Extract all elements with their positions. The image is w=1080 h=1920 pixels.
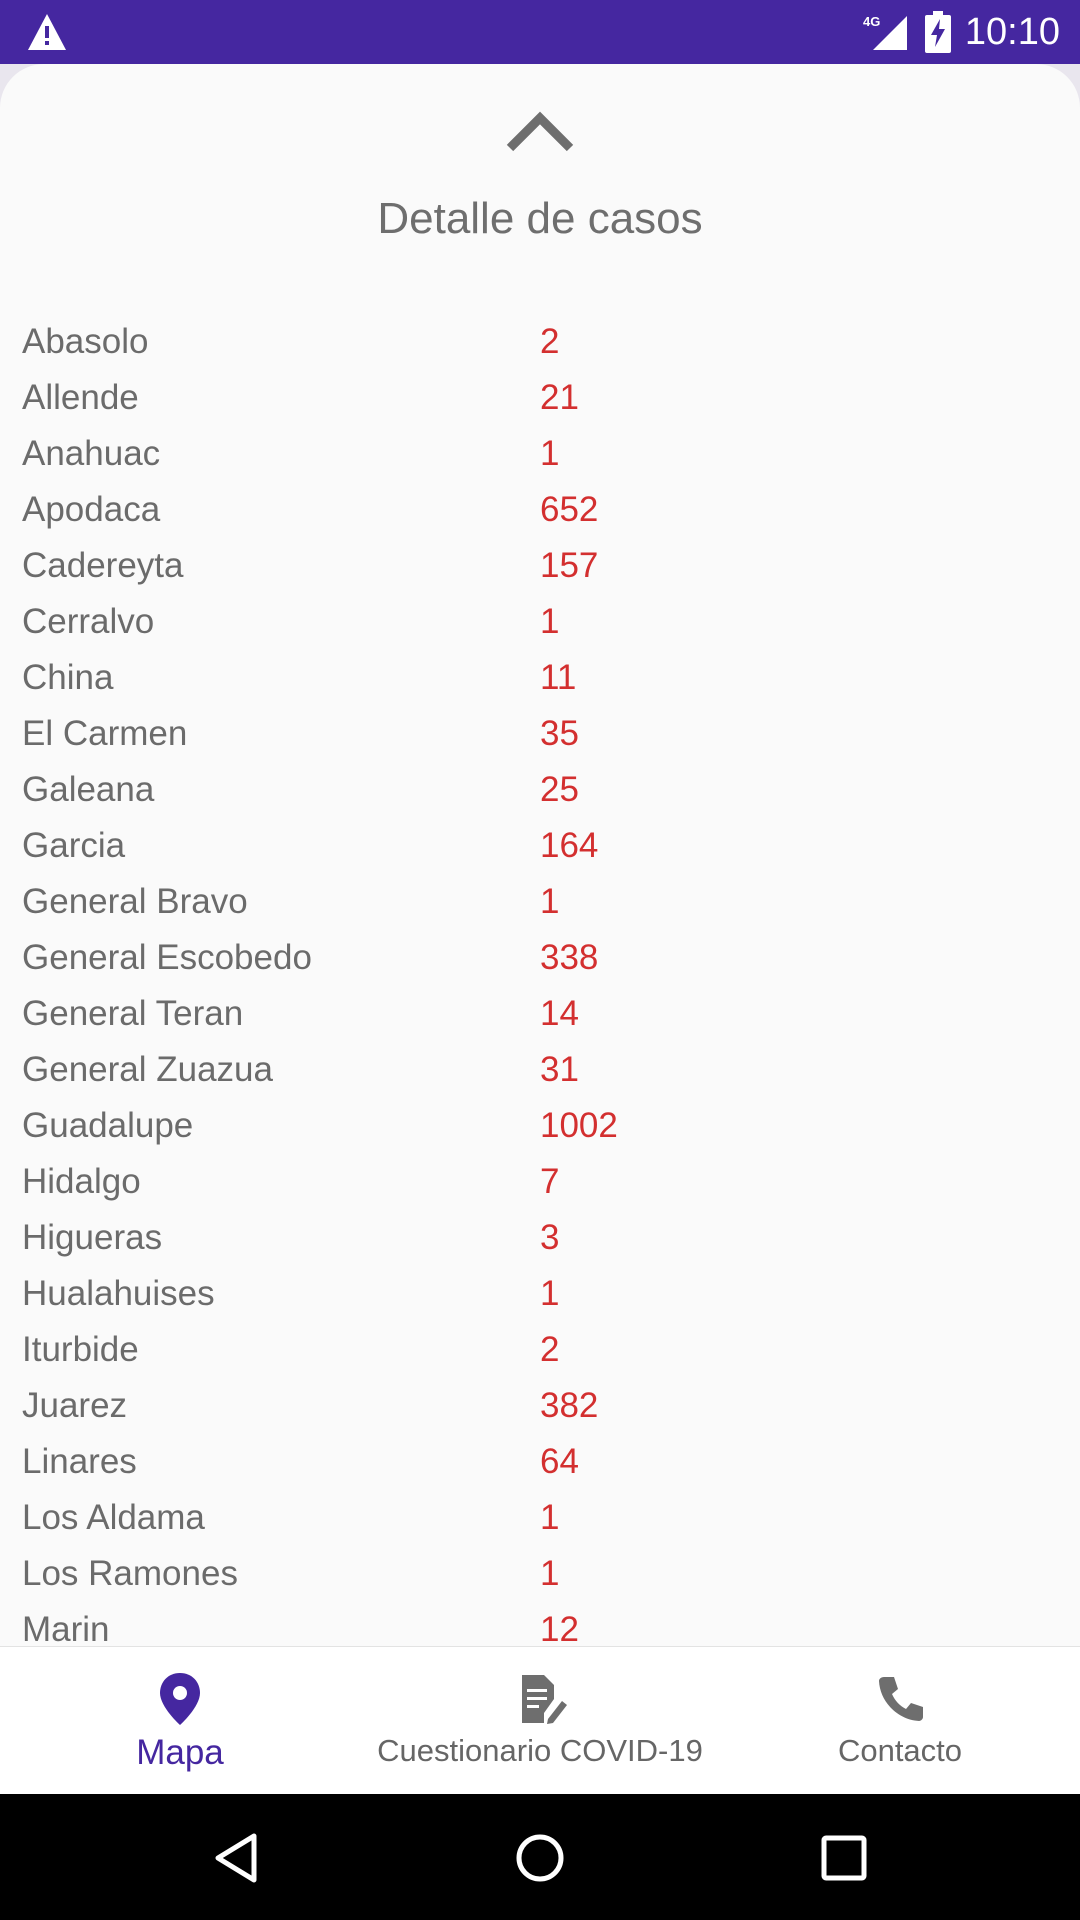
case-count: 1 bbox=[540, 1498, 560, 1537]
case-row: Cerralvo 1 bbox=[0, 594, 1080, 650]
case-count: 25 bbox=[540, 770, 579, 809]
case-row: Iturbide 2 bbox=[0, 1322, 1080, 1378]
municipality-name: Juarez bbox=[22, 1386, 128, 1425]
case-row: Marin 12 bbox=[0, 1602, 1080, 1646]
case-row: Cadereyta 157 bbox=[0, 538, 1080, 594]
home-icon[interactable] bbox=[510, 1828, 570, 1888]
case-count: 3 bbox=[540, 1218, 560, 1257]
case-row: Juarez 382 bbox=[0, 1378, 1080, 1434]
municipality-name: General Bravo bbox=[22, 882, 248, 921]
case-count: 1 bbox=[540, 1274, 560, 1313]
case-row: Garcia 164 bbox=[0, 818, 1080, 874]
status-bar: 4G 10:10 bbox=[0, 0, 1080, 64]
municipality-name: Hualahuises bbox=[22, 1274, 215, 1313]
case-row: El Carmen 35 bbox=[0, 706, 1080, 762]
municipality-name: Guadalupe bbox=[22, 1106, 194, 1145]
clock: 10:10 bbox=[964, 10, 1060, 53]
chevron-up-icon[interactable] bbox=[504, 104, 576, 156]
nav-tab-contacto[interactable]: Contacto bbox=[800, 1647, 1000, 1795]
case-row: Los Ramones 1 bbox=[0, 1546, 1080, 1602]
case-count: 382 bbox=[540, 1386, 599, 1425]
case-count: 157 bbox=[540, 546, 599, 585]
nav-label-cuestionario: Cuestionario COVID-19 bbox=[377, 1733, 703, 1768]
battery-charging-icon bbox=[924, 11, 951, 53]
case-count: 64 bbox=[540, 1442, 579, 1481]
case-count: 652 bbox=[540, 490, 599, 529]
municipality-name: Higueras bbox=[22, 1218, 163, 1257]
case-row: Linares 64 bbox=[0, 1434, 1080, 1490]
municipality-name: Allende bbox=[22, 378, 139, 417]
case-count: 1 bbox=[540, 882, 560, 921]
case-row: Hualahuises 1 bbox=[0, 1266, 1080, 1322]
case-count: 2 bbox=[540, 322, 560, 361]
screen: 4G 10:10 Detalle de casos Abasolo 2 Allend… bbox=[0, 0, 1080, 1920]
case-list: Abasolo 2 Allende 21 Anahuac 1 Apodaca 652 Cader… bbox=[0, 314, 1080, 1646]
recents-icon[interactable] bbox=[814, 1828, 874, 1888]
case-row: Apodaca 652 bbox=[0, 482, 1080, 538]
case-row: General Escobedo 338 bbox=[0, 930, 1080, 986]
municipality-name: Galeana bbox=[22, 770, 155, 809]
system-nav-bar bbox=[0, 1794, 1080, 1920]
status-icons: 4G 10:10 bbox=[863, 0, 1060, 64]
bottom-navigation: Mapa Cuestionario COVID-19 Contacto bbox=[0, 1646, 1080, 1794]
phone-icon bbox=[879, 1677, 923, 1721]
municipality-name: Iturbide bbox=[22, 1330, 139, 1369]
case-count: 1 bbox=[540, 602, 560, 641]
map-pin-icon bbox=[160, 1673, 200, 1725]
municipality-name: China bbox=[22, 658, 114, 697]
case-row: Guadalupe 1002 bbox=[0, 1098, 1080, 1154]
municipality-name: Linares bbox=[22, 1442, 137, 1481]
municipality-name: Cerralvo bbox=[22, 602, 155, 641]
case-count: 338 bbox=[540, 938, 599, 977]
network-type-label: 4G bbox=[863, 14, 880, 29]
case-count: 1 bbox=[540, 434, 560, 473]
case-row: General Bravo 1 bbox=[0, 874, 1080, 930]
municipality-name: Cadereyta bbox=[22, 546, 184, 585]
case-row: China 11 bbox=[0, 650, 1080, 706]
case-count: 1 bbox=[540, 1554, 560, 1593]
case-count: 35 bbox=[540, 714, 579, 753]
case-row: Higueras 3 bbox=[0, 1210, 1080, 1266]
nav-tab-cuestionario[interactable]: Cuestionario COVID-19 bbox=[360, 1647, 720, 1795]
case-count: 7 bbox=[540, 1162, 560, 1201]
case-count: 31 bbox=[540, 1050, 579, 1089]
sheet-title: Detalle de casos bbox=[377, 194, 703, 243]
case-row: General Teran 14 bbox=[0, 986, 1080, 1042]
case-row: General Zuazua 31 bbox=[0, 1042, 1080, 1098]
municipality-name: General Escobedo bbox=[22, 938, 312, 977]
back-icon[interactable] bbox=[206, 1828, 266, 1888]
case-count: 12 bbox=[540, 1610, 579, 1646]
municipality-name: Los Ramones bbox=[22, 1554, 238, 1593]
case-count: 1002 bbox=[540, 1106, 618, 1145]
warning-icon bbox=[28, 14, 66, 50]
municipality-name: Marin bbox=[22, 1610, 110, 1646]
nav-tab-mapa[interactable]: Mapa bbox=[100, 1647, 260, 1795]
municipality-name: Garcia bbox=[22, 826, 126, 865]
case-count: 14 bbox=[540, 994, 579, 1033]
case-row: Galeana 25 bbox=[0, 762, 1080, 818]
case-row: Allende 21 bbox=[0, 370, 1080, 426]
case-count: 164 bbox=[540, 826, 599, 865]
municipality-name: Apodaca bbox=[22, 490, 161, 529]
case-count: 21 bbox=[540, 378, 579, 417]
municipality-name: Hidalgo bbox=[22, 1162, 141, 1201]
signal-icon: 4G bbox=[863, 14, 907, 50]
municipality-name: General Teran bbox=[22, 994, 244, 1033]
case-row: Los Aldama 1 bbox=[0, 1490, 1080, 1546]
case-count: 2 bbox=[540, 1330, 560, 1369]
case-row: Hidalgo 7 bbox=[0, 1154, 1080, 1210]
case-row: Anahuac 1 bbox=[0, 426, 1080, 482]
municipality-name: General Zuazua bbox=[22, 1050, 273, 1089]
case-row: Abasolo 2 bbox=[0, 314, 1080, 370]
nav-label-mapa: Mapa bbox=[136, 1733, 224, 1772]
form-edit-icon bbox=[522, 1675, 567, 1724]
nav-label-contacto: Contacto bbox=[837, 1733, 963, 1768]
municipality-name: Abasolo bbox=[22, 322, 149, 361]
municipality-name: El Carmen bbox=[22, 714, 188, 753]
municipality-name: Anahuac bbox=[22, 434, 161, 473]
case-count: 11 bbox=[540, 658, 577, 697]
case-details-sheet: Detalle de casos Abasolo 2 Allende 21 Anahua… bbox=[0, 64, 1080, 1646]
municipality-name: Los Aldama bbox=[22, 1498, 205, 1537]
